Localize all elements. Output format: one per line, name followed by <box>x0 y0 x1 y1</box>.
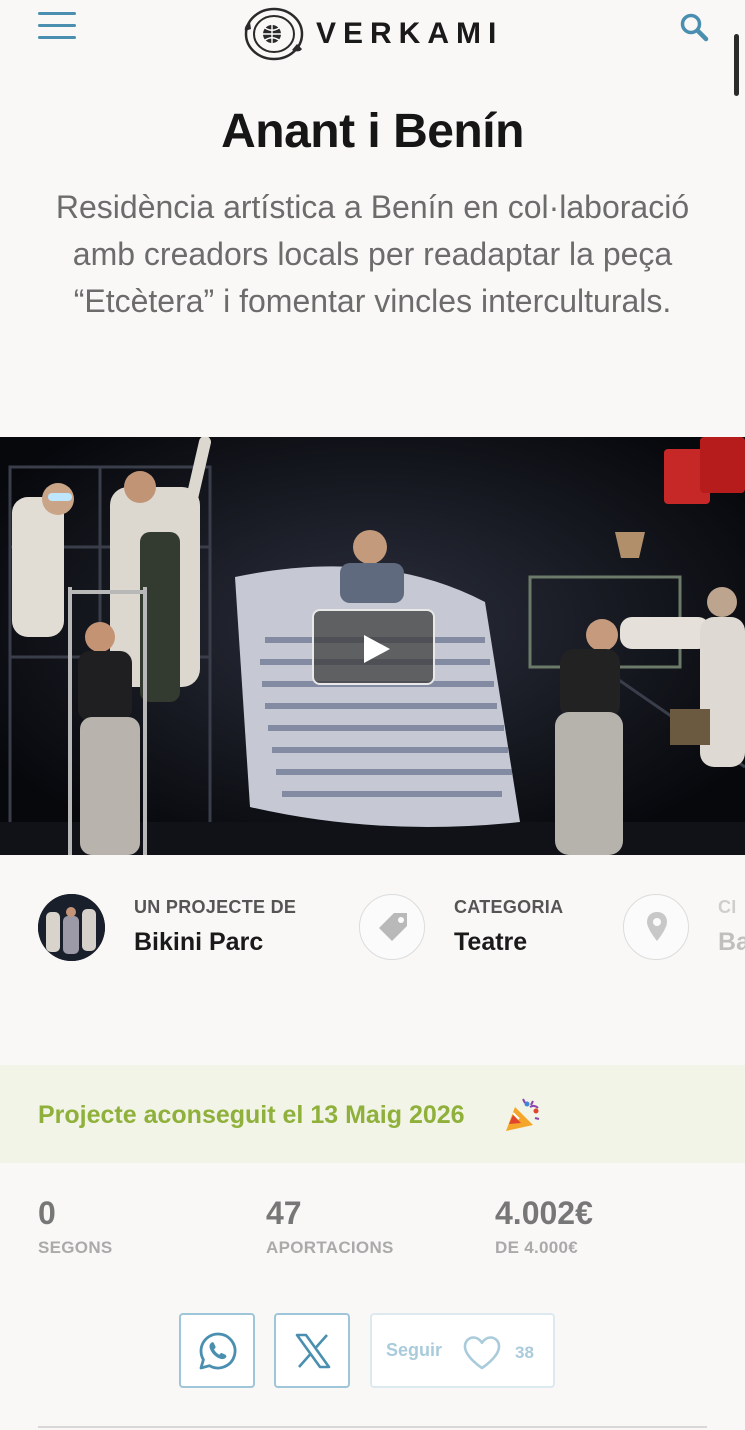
project-info-strip: UN PROJECTE DE Bikini Parc CATEGORIA Tea… <box>0 855 745 1065</box>
stat-raised-value: 4.002€ <box>495 1195 593 1231</box>
share-whatsapp-button[interactable] <box>179 1313 255 1388</box>
location-label: CI <box>718 897 737 917</box>
author-name[interactable]: Bikini Parc <box>134 928 263 957</box>
share-x-button[interactable] <box>274 1313 350 1388</box>
tag-icon <box>359 894 425 960</box>
follow-button[interactable]: Seguir 38 <box>370 1313 555 1388</box>
author-label: UN PROJECTE DE <box>134 897 297 917</box>
follow-count: 38 <box>515 1343 534 1362</box>
heart-icon <box>463 1336 501 1370</box>
follow-label: Seguir <box>386 1340 443 1360</box>
stat-seconds-value: 0 <box>38 1195 56 1231</box>
search-icon[interactable] <box>678 12 710 44</box>
success-banner: Projecte aconseguit el 13 Maig 2026 <box>0 1065 745 1163</box>
author-avatar[interactable] <box>38 894 105 961</box>
stat-raised-label: DE 4.000€ <box>495 1238 579 1257</box>
brand-logo[interactable]: VERKAMI <box>242 6 503 62</box>
location-value[interactable]: Ba <box>718 928 745 957</box>
category-label: CATEGORIA <box>454 897 564 917</box>
whatsapp-icon <box>199 1332 237 1370</box>
party-popper-icon <box>506 1098 540 1131</box>
stat-contributions-label: APORTACIONS <box>266 1238 394 1257</box>
map-pin-icon <box>623 894 689 960</box>
play-icon[interactable] <box>312 609 435 685</box>
section-divider <box>38 1426 707 1428</box>
category-value[interactable]: Teatre <box>454 928 527 957</box>
verkami-logo-icon <box>244 7 304 61</box>
page-scrollbar[interactable] <box>734 34 739 96</box>
top-bar: VERKAMI <box>0 0 745 70</box>
stat-contributions-value: 47 <box>266 1195 302 1231</box>
project-title: Anant i Benín <box>221 105 524 158</box>
brand-name: VERKAMI <box>316 17 504 50</box>
success-banner-text: Projecte aconseguit el 13 Maig 2026 <box>38 1101 465 1129</box>
project-page: VERKAMI Anant i Benín Residència artísti… <box>0 0 745 1430</box>
stat-seconds-label: SEGONS <box>38 1238 113 1257</box>
project-subtitle: Residència artística a Benín en col·labo… <box>55 189 690 319</box>
hamburger-menu-icon[interactable] <box>38 12 76 40</box>
x-twitter-icon <box>295 1333 331 1369</box>
